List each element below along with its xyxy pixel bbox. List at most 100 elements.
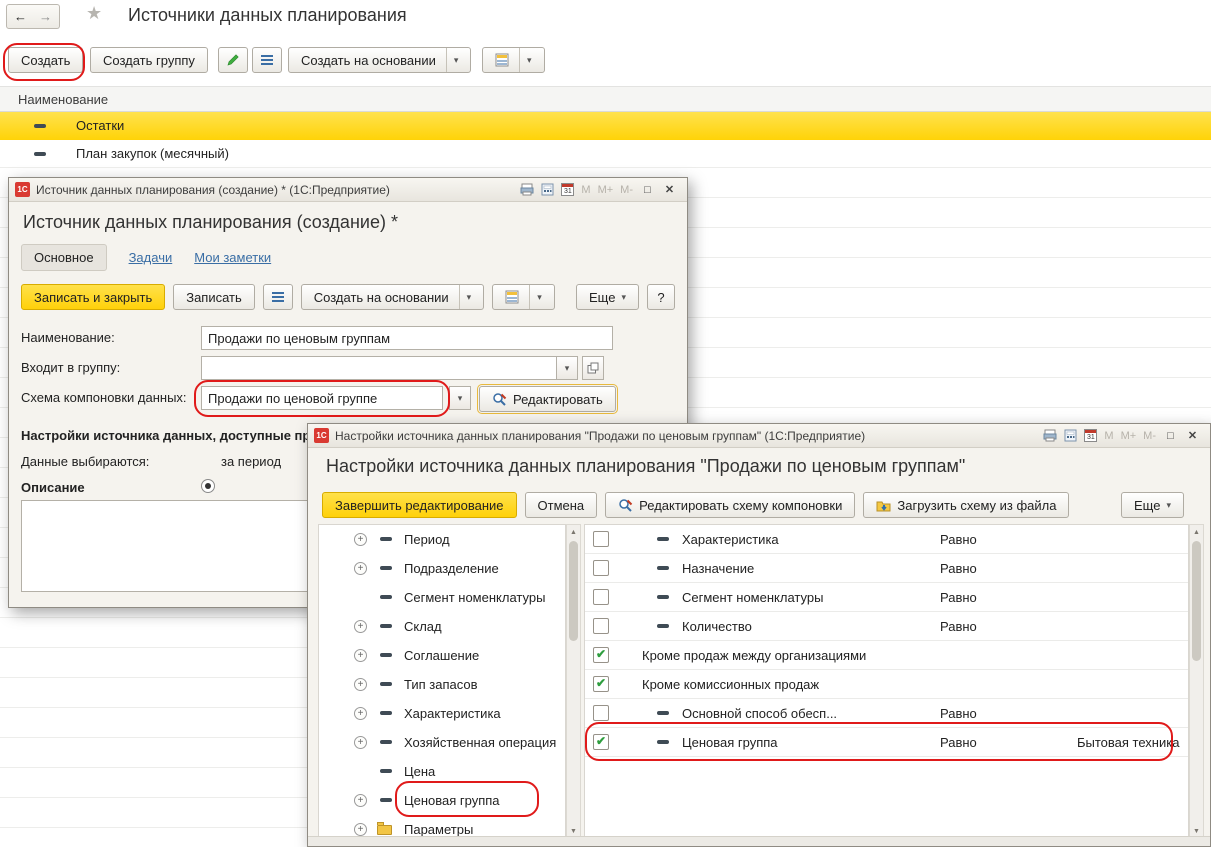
save-and-close-button[interactable]: Записать и закрыть xyxy=(21,284,165,310)
parent-group-dropdown-button[interactable]: ▾ xyxy=(556,356,578,380)
scheme-input[interactable] xyxy=(201,386,443,410)
checkbox[interactable] xyxy=(593,705,609,721)
tree-item-business-operation[interactable]: + Хозяйственная операция xyxy=(319,728,565,757)
tree-item-nomenclature-segment[interactable]: Сегмент номенклатуры xyxy=(319,583,565,612)
list-header[interactable]: Наименование xyxy=(0,86,1211,112)
checkbox[interactable] xyxy=(593,560,609,576)
favorite-star-icon[interactable]: ★ xyxy=(86,3,102,24)
tree-scrollbar[interactable]: ▲ ▼ xyxy=(566,524,581,839)
conditions-scrollbar[interactable]: ▲ ▼ xyxy=(1189,524,1204,839)
horizontal-scrollbar[interactable] xyxy=(308,836,1210,846)
close-button[interactable]: ✕ xyxy=(662,183,677,196)
memory-m-plus-indicator: M+ xyxy=(598,184,614,196)
scroll-up-icon[interactable]: ▲ xyxy=(1190,525,1203,539)
column-name-header[interactable]: Наименование xyxy=(18,92,108,107)
tab-main[interactable]: Основное xyxy=(21,244,107,271)
condition-row-price-group[interactable]: ✔ Ценовая группа Равно Бытовая техника xyxy=(585,728,1188,757)
list-row-ostatki[interactable]: Остатки xyxy=(0,112,1211,140)
checkbox[interactable]: ✔ xyxy=(593,647,609,663)
tree-item-characteristic[interactable]: + Характеристика xyxy=(319,699,565,728)
dash-icon xyxy=(34,152,46,156)
calculator-icon[interactable] xyxy=(541,183,554,196)
scrollbar-thumb[interactable] xyxy=(569,541,578,641)
dialog1-titlebar[interactable]: 1С Источник данных планирования (создани… xyxy=(9,178,687,202)
tree-item-warehouse[interactable]: + Склад xyxy=(319,612,565,641)
expand-icon[interactable]: + xyxy=(354,649,367,662)
scheme-dropdown-button[interactable]: ▾ xyxy=(449,386,471,410)
parent-group-input[interactable] xyxy=(201,356,557,380)
name-input[interactable] xyxy=(201,326,613,350)
edit-button[interactable] xyxy=(218,47,248,73)
more-dropdown[interactable]: Еще ▾ xyxy=(1121,492,1184,518)
scroll-up-icon[interactable]: ▲ xyxy=(567,525,580,539)
finish-editing-button[interactable]: Завершить редактирование xyxy=(322,492,517,518)
tree-item-agreement[interactable]: + Соглашение xyxy=(319,641,565,670)
edit-scheme-button[interactable]: Редактировать xyxy=(479,386,616,412)
expand-icon[interactable]: + xyxy=(354,562,367,575)
more-dropdown[interactable]: Еще ▾ xyxy=(576,284,639,310)
cancel-button[interactable]: Отмена xyxy=(525,492,598,518)
tree-item-stock-type[interactable]: + Тип запасов xyxy=(319,670,565,699)
expand-icon[interactable]: + xyxy=(354,620,367,633)
condition-label: Назначение xyxy=(682,554,754,583)
save-button[interactable]: Записать xyxy=(173,284,255,310)
print-icon[interactable] xyxy=(520,183,534,196)
maximize-button[interactable]: □ xyxy=(1163,430,1178,442)
output-list-button[interactable] xyxy=(263,284,293,310)
tree-item-price-group[interactable]: + Ценовая группа xyxy=(319,786,565,815)
expand-icon[interactable]: + xyxy=(354,533,367,546)
output-list-button[interactable] xyxy=(252,47,282,73)
calendar-icon[interactable]: 31 xyxy=(1084,429,1097,442)
reports-dropdown[interactable]: ▾ xyxy=(482,47,545,73)
radio-period[interactable] xyxy=(201,479,215,493)
calculator-icon[interactable] xyxy=(1064,429,1077,442)
list-row-label: План закупок (месячный) xyxy=(76,140,229,168)
scrollbar-thumb[interactable] xyxy=(1192,541,1201,661)
tree-item-price[interactable]: Цена xyxy=(319,757,565,786)
condition-row-except-interorg-sales[interactable]: ✔ Кроме продаж между организациями xyxy=(585,641,1188,670)
expand-icon[interactable]: + xyxy=(354,707,367,720)
save-label: Записать xyxy=(186,290,242,305)
expand-icon[interactable]: + xyxy=(354,678,367,691)
checkbox[interactable] xyxy=(593,589,609,605)
create-group-button[interactable]: Создать группу xyxy=(90,47,208,73)
maximize-button[interactable]: □ xyxy=(640,184,655,196)
help-button[interactable]: ? xyxy=(647,284,675,310)
tab-tasks[interactable]: Задачи xyxy=(129,250,173,265)
forward-button[interactable]: → xyxy=(32,4,60,29)
create-based-on-dropdown[interactable]: Создать на основании ▾ xyxy=(288,47,471,73)
tree-item-label: Ценовая группа xyxy=(404,786,500,815)
condition-row-nomenclature-segment[interactable]: Сегмент номенклатуры Равно xyxy=(585,583,1188,612)
chevron-down-icon: ▾ xyxy=(565,363,570,374)
load-scheme-from-file-button[interactable]: Загрузить схему из файла xyxy=(863,492,1069,518)
close-button[interactable]: ✕ xyxy=(1185,429,1200,442)
calendar-icon[interactable]: 31 xyxy=(561,183,574,196)
tree-item-period[interactable]: + Период xyxy=(319,525,565,554)
back-arrow-icon: ← xyxy=(14,9,27,24)
print-icon[interactable] xyxy=(1043,429,1057,442)
checkbox[interactable] xyxy=(593,618,609,634)
condition-row-purpose[interactable]: Назначение Равно xyxy=(585,554,1188,583)
list-row-plan-zakupok[interactable]: План закупок (месячный) xyxy=(0,140,1211,168)
reports-dropdown[interactable]: ▾ xyxy=(492,284,555,310)
condition-row-main-supply-method[interactable]: Основной способ обесп... Равно xyxy=(585,699,1188,728)
radio-period-label[interactable]: за период xyxy=(221,450,281,474)
expand-icon[interactable]: + xyxy=(354,794,367,807)
condition-row-characteristic[interactable]: Характеристика Равно xyxy=(585,525,1188,554)
checkbox[interactable]: ✔ xyxy=(593,676,609,692)
edit-composition-scheme-button[interactable]: Редактировать схему компоновки xyxy=(605,492,855,518)
checkbox[interactable]: ✔ xyxy=(593,734,609,750)
tree-item-label: Соглашение xyxy=(404,641,479,670)
expand-icon[interactable]: + xyxy=(354,823,367,836)
dialog2-titlebar[interactable]: 1С Настройки источника данных планирован… xyxy=(308,424,1210,448)
checkbox[interactable] xyxy=(593,531,609,547)
condition-row-quantity[interactable]: Количество Равно xyxy=(585,612,1188,641)
create-button[interactable]: Создать xyxy=(8,47,83,73)
tree-item-division[interactable]: + Подразделение xyxy=(319,554,565,583)
expand-icon[interactable]: + xyxy=(354,736,367,749)
back-button[interactable]: ← xyxy=(6,4,35,29)
create-based-on-dropdown[interactable]: Создать на основании ▾ xyxy=(301,284,484,310)
condition-row-except-commission-sales[interactable]: ✔ Кроме комиссионных продаж xyxy=(585,670,1188,699)
parent-group-open-button[interactable] xyxy=(582,356,604,380)
tab-notes[interactable]: Мои заметки xyxy=(194,250,271,265)
